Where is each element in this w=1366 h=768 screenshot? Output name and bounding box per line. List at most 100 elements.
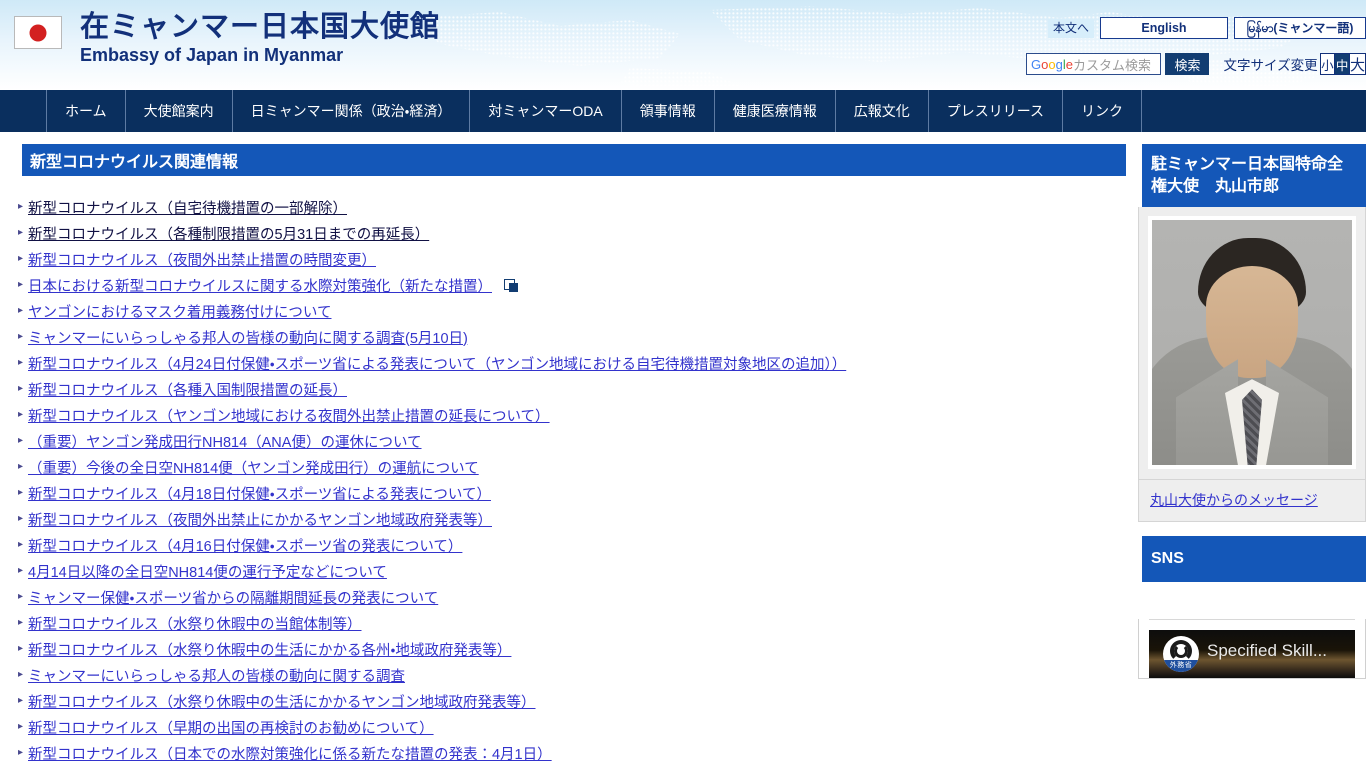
bullet-arrow-icon: ▸ xyxy=(18,227,24,238)
covid-link[interactable]: 新型コロナウイルス（4月24日付保健・スポーツ省による発表について（ヤンゴン地域… xyxy=(28,353,846,374)
search-placeholder-text: カスタム検索 xyxy=(1072,57,1151,73)
list-item: ▸ 新型コロナウイルス（4月16日付保健・スポーツ省の発表について） xyxy=(12,532,1126,558)
list-item: ▸ 新型コロナウイルス（各種制限措置の5月31日までの再延長） xyxy=(12,220,1126,246)
bullet-arrow-icon: ▸ xyxy=(18,409,24,420)
list-item: ▸ 新型コロナウイルス（4月24日付保健・スポーツ省による発表について（ヤンゴン地… xyxy=(12,350,1126,376)
covid-link[interactable]: 日本における新型コロナウイルスに関する水際対策強化（新たな措置） xyxy=(28,275,492,296)
ambassador-heading: 駐ミャンマー日本国特命全権大使 丸山市郎 xyxy=(1138,144,1366,208)
bullet-arrow-icon: ▸ xyxy=(18,331,24,342)
ambassador-photo-container xyxy=(1138,207,1366,481)
sns-body: 外務省 Specified Skill... xyxy=(1138,618,1366,679)
font-size-large-button[interactable]: 大 xyxy=(1348,53,1366,75)
list-item: ▸ 新型コロナウイルス（水祭り休暇中の生活にかかるヤンゴン地域政府発表等） xyxy=(12,688,1126,714)
sns-heading: SNS xyxy=(1138,536,1366,582)
bullet-arrow-icon: ▸ xyxy=(18,747,24,758)
nav-item-2[interactable]: 大使館案内 xyxy=(124,90,232,132)
covid-link[interactable]: 新型コロナウイルス（各種入国制限措置の延長） xyxy=(28,379,347,400)
list-item: ▸ 4月14日以降の全日空NH814便の運行予定などについて xyxy=(12,558,1126,584)
nav-item-8[interactable]: プレスリリース xyxy=(927,90,1062,132)
font-size-label: 文字サイズ変更 xyxy=(1223,58,1318,73)
sns-panel: SNS 外務省 Specified Skill... xyxy=(1138,536,1366,679)
nav-item-3[interactable]: 日ミャンマー関係（政治・経済） xyxy=(231,90,470,132)
nav-item-4[interactable]: 対ミャンマーODA xyxy=(469,90,620,132)
covid-link[interactable]: 新型コロナウイルス（ヤンゴン地域における夜間外出禁止措置の延長について） xyxy=(28,405,550,426)
covid-link[interactable]: 新型コロナウイルス（自宅待機措置の一部解除） xyxy=(28,197,347,218)
covid-link[interactable]: ヤンゴンにおけるマスク着用義務付けについて xyxy=(28,301,331,322)
japan-flag-icon xyxy=(14,16,62,49)
covid-link[interactable]: （重要）ヤンゴン発成田行NH814（ANA便）の運休について xyxy=(28,431,422,452)
header-utility-area: 本文へ English မြန်မာ(ミャンマー語) Google カスタム検索… xyxy=(1026,17,1366,75)
bullet-arrow-icon: ▸ xyxy=(18,201,24,212)
nav-item-6[interactable]: 健康医療情報 xyxy=(713,90,835,132)
covid-link[interactable]: 新型コロナウイルス（水祭り休暇中の生活にかかる各州・地域政府発表等） xyxy=(28,639,511,660)
portrait-face xyxy=(1206,266,1298,379)
covid-link[interactable]: （重要）今後の全日空NH814便（ヤンゴン発成田行）の運航について xyxy=(28,457,479,478)
covid-link[interactable]: 新型コロナウイルス（早期の出国の再検討のお勧めについて） xyxy=(28,717,434,738)
covid-link[interactable]: ミャンマーにいらっしゃる邦人の皆様の動向に関する調査(5月10日) xyxy=(28,327,468,348)
skip-to-content-link[interactable]: 本文へ xyxy=(1047,18,1094,38)
page-body: 新型コロナウイルス関連情報 ▸ 新型コロナウイルス（自宅待機措置の一部解除） ▸ 新型… xyxy=(0,132,1366,768)
bullet-arrow-icon: ▸ xyxy=(18,721,24,732)
ambassador-panel: 駐ミャンマー日本国特命全権大使 丸山市郎 丸山大使からのメッセージ xyxy=(1138,144,1366,523)
bullet-arrow-icon: ▸ xyxy=(18,383,24,394)
list-item: ▸ （重要）ヤンゴン発成田行NH814（ANA便）の運休について xyxy=(12,428,1126,454)
bullet-arrow-icon: ▸ xyxy=(18,617,24,628)
search-button[interactable]: 検索 xyxy=(1165,53,1210,75)
site-title-jp: 在ミャンマー日本国大使館 xyxy=(80,11,441,43)
google-brand-placeholder: Google xyxy=(1031,56,1073,72)
ambassador-portrait xyxy=(1148,216,1356,470)
ambassador-message-link[interactable]: 丸山大使からのメッセージ xyxy=(1150,492,1318,508)
list-item: ▸ 新型コロナウイルス（4月18日付保健・スポーツ省による発表について） xyxy=(12,480,1126,506)
font-size-small-button[interactable]: 小 xyxy=(1319,53,1336,75)
nav-item-7[interactable]: 広報文化 xyxy=(834,90,928,132)
covid-link[interactable]: 新型コロナウイルス（日本での水際対策強化に係る新たな措置の発表：4月1日） xyxy=(28,743,552,764)
site-header: 在ミャンマー日本国大使館 Embassy of Japan in Myanmar… xyxy=(0,0,1366,90)
list-item: ▸ 新型コロナウイルス（早期の出国の再検討のお勧めについて） xyxy=(12,714,1126,740)
search-input[interactable]: Google カスタム検索 xyxy=(1026,53,1162,75)
covid-link[interactable]: 新型コロナウイルス（夜間外出禁止にかかるヤンゴン地域政府発表等） xyxy=(28,509,492,530)
font-size-medium-button[interactable]: 中 xyxy=(1334,53,1350,75)
bullet-arrow-icon: ▸ xyxy=(18,305,24,316)
bullet-arrow-icon: ▸ xyxy=(18,253,24,264)
mofa-ring-inner xyxy=(1174,643,1188,658)
list-item: ▸ 新型コロナウイルス（自宅待機措置の一部解除） xyxy=(12,194,1126,220)
language-myanmar-button[interactable]: မြန်မာ(ミャンマー語) xyxy=(1234,17,1366,39)
sns-divider xyxy=(1149,618,1355,620)
list-item: ▸ 新型コロナウイルス（水祭り休暇中の当館体制等） xyxy=(12,610,1126,636)
site-brand[interactable]: 在ミャンマー日本国大使館 Embassy of Japan in Myanmar xyxy=(14,10,440,67)
nav-item-1[interactable]: ホーム xyxy=(46,90,125,132)
bullet-arrow-icon: ▸ xyxy=(18,643,24,654)
covid-link-list: ▸ 新型コロナウイルス（自宅待機措置の一部解除） ▸ 新型コロナウイルス（各種制限措置… xyxy=(12,194,1126,766)
list-item: ▸ 日本における新型コロナウイルスに関する水際対策強化（新たな措置） xyxy=(12,272,1126,298)
bullet-arrow-icon: ▸ xyxy=(18,669,24,680)
list-item: ▸ 新型コロナウイルス（夜間外出禁止にかかるヤンゴン地域政府発表等） xyxy=(12,506,1126,532)
covid-link[interactable]: 新型コロナウイルス（4月18日付保健・スポーツ省による発表について） xyxy=(28,483,491,504)
covid-link[interactable]: 4月14日以降の全日空NH814便の運行予定などについて xyxy=(28,561,387,582)
list-item: ▸ 新型コロナウイルス（日本での水際対策強化に係る新たな措置の発表：4月1日） xyxy=(12,740,1126,766)
language-english-button[interactable]: English xyxy=(1100,17,1228,39)
nav-item-9[interactable]: リンク xyxy=(1062,90,1143,132)
nav-item-5[interactable]: 領事情報 xyxy=(620,90,714,132)
bullet-arrow-icon: ▸ xyxy=(18,513,24,524)
sidebar-column: 駐ミャンマー日本国特命全権大使 丸山市郎 丸山大使からのメッセージ SNS 外務… xyxy=(1138,144,1366,693)
covid-link[interactable]: 新型コロナウイルス（水祭り休暇中の生活にかかるヤンゴン地域政府発表等） xyxy=(28,691,536,712)
site-title-en: Embassy of Japan in Myanmar xyxy=(80,45,344,66)
covid-link[interactable]: ミャンマーにいらっしゃる邦人の皆様の動向に関する調査 xyxy=(28,665,405,686)
main-content-column: 新型コロナウイルス関連情報 ▸ 新型コロナウイルス（自宅待機措置の一部解除） ▸ 新型… xyxy=(12,144,1126,768)
list-item: ▸ ミャンマーにいらっしゃる邦人の皆様の動向に関する調査 xyxy=(12,662,1126,688)
covid-link[interactable]: 新型コロナウイルス（4月16日付保健・スポーツ省の発表について） xyxy=(28,535,462,556)
ambassador-message-box: 丸山大使からのメッセージ xyxy=(1138,480,1366,523)
list-item: ▸ 新型コロナウイルス（ヤンゴン地域における夜間外出禁止措置の延長について） xyxy=(12,402,1126,428)
mofa-logo-text: 外務省 xyxy=(1163,659,1199,672)
bullet-arrow-icon: ▸ xyxy=(18,279,24,290)
bullet-arrow-icon: ▸ xyxy=(18,695,24,706)
bullet-arrow-icon: ▸ xyxy=(18,357,24,368)
external-link-icon xyxy=(504,278,519,292)
youtube-video-thumbnail[interactable]: 外務省 Specified Skill... xyxy=(1149,629,1355,678)
page-title: 新型コロナウイルス関連情報 xyxy=(12,144,1126,176)
covid-link[interactable]: ミャンマー保健・スポーツ省からの隔離期間延長の発表について xyxy=(28,587,438,608)
main-navigation: ホーム 大使館案内 日ミャンマー関係（政治・経済） 対ミャンマーODA 領事情報 健康医療… xyxy=(0,90,1366,132)
covid-link[interactable]: 新型コロナウイルス（夜間外出禁止措置の時間変更） xyxy=(28,249,376,270)
covid-link[interactable]: 新型コロナウイルス（水祭り休暇中の当館体制等） xyxy=(28,613,362,634)
covid-link[interactable]: 新型コロナウイルス（各種制限措置の5月31日までの再延長） xyxy=(28,223,429,244)
